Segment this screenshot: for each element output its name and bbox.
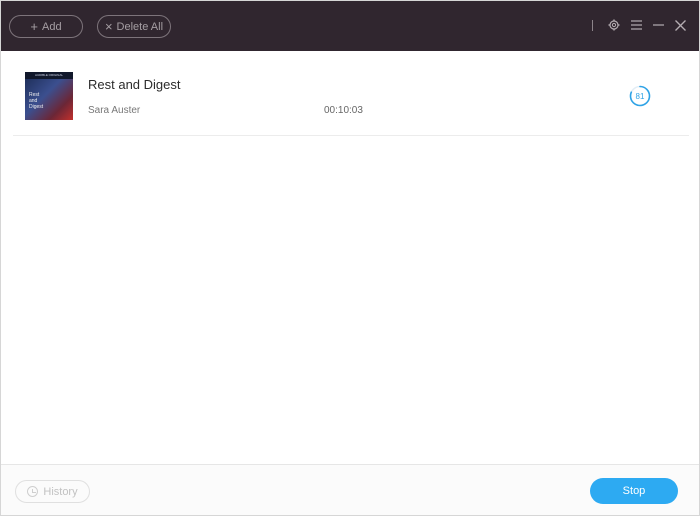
progress-ring: 81 xyxy=(629,85,651,107)
list-item[interactable]: AUDIBLE ORIGINAL Rest and Digest Rest an… xyxy=(13,65,689,136)
task-title: Rest and Digest xyxy=(88,77,181,92)
stop-button[interactable]: Stop xyxy=(590,478,678,504)
delete-all-button[interactable]: × Delete All xyxy=(97,15,171,38)
add-button-label: Add xyxy=(42,20,62,33)
history-button-label: History xyxy=(43,485,78,498)
delete-all-button-label: Delete All xyxy=(116,20,164,33)
cover-title-line: Digest xyxy=(29,104,44,110)
plus-icon: + xyxy=(30,19,38,34)
close-button[interactable] xyxy=(671,16,689,34)
history-button[interactable]: History xyxy=(15,480,90,503)
close-icon xyxy=(674,19,686,31)
cover-top-text: AUDIBLE ORIGINAL xyxy=(25,72,73,79)
footer-bar: History Stop xyxy=(1,464,699,515)
progress-value: 81 xyxy=(635,91,645,101)
minimize-icon xyxy=(652,24,664,26)
task-list: AUDIBLE ORIGINAL Rest and Digest Rest an… xyxy=(1,51,699,464)
menu-button[interactable] xyxy=(627,16,645,34)
clock-icon xyxy=(27,486,39,497)
hamburger-menu-icon xyxy=(630,20,642,30)
task-author: Sara Auster xyxy=(88,105,141,116)
album-cover: AUDIBLE ORIGINAL Rest and Digest xyxy=(25,72,73,120)
title-bar: + Add × Delete All xyxy=(1,1,699,51)
minimize-button[interactable] xyxy=(649,16,667,34)
stop-button-label: Stop xyxy=(622,485,646,497)
add-button[interactable]: + Add xyxy=(9,15,83,38)
close-icon: × xyxy=(104,19,113,34)
toolbar-separator xyxy=(592,20,593,31)
settings-button[interactable] xyxy=(605,16,623,34)
cover-title: Rest and Digest xyxy=(29,92,43,110)
gear-icon xyxy=(608,19,620,31)
task-duration: 00:10:03 xyxy=(324,105,363,116)
